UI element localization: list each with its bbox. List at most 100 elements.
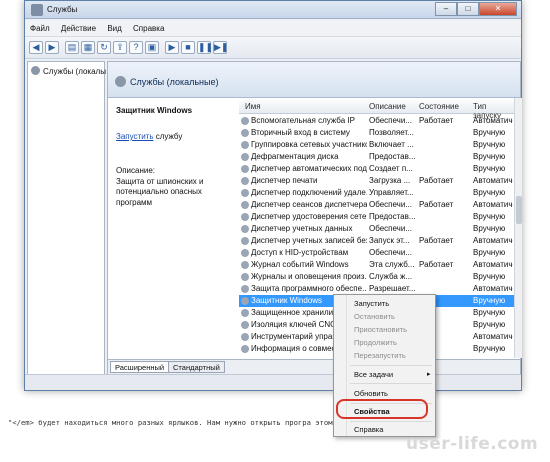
cell-name: Дефрагментация диска — [251, 152, 339, 161]
menu-view[interactable]: Вид — [102, 20, 125, 33]
forward-arrow-icon[interactable]: ▶ — [45, 41, 59, 54]
cell-name: Защита программного обеспе... — [251, 284, 367, 293]
cell-startup-type: Вручную — [473, 212, 506, 221]
cell-status: Работает — [419, 116, 454, 125]
watermark: user-life.com — [406, 434, 539, 454]
minimize-button[interactable]: – — [435, 2, 457, 16]
services-app-icon — [31, 4, 43, 16]
tree-node-services[interactable]: Службы (локалы — [31, 66, 106, 76]
menu-item-refresh[interactable]: Обновить — [354, 389, 388, 398]
export-list-icon[interactable]: ⇪ — [113, 41, 127, 54]
table-row[interactable]: Дефрагментация диска Предостав... Вручную — [239, 151, 514, 163]
close-button[interactable]: ✕ — [479, 2, 517, 16]
cell-name: Журналы и оповещения произ... — [251, 272, 367, 281]
cell-startup-type: Автоматиче... — [473, 260, 513, 269]
scrollbar-thumb[interactable] — [516, 196, 522, 224]
menu-item-help[interactable]: Справка — [354, 425, 383, 434]
column-status[interactable]: Состояние — [419, 102, 459, 111]
menu-item-stop[interactable]: Остановить — [354, 312, 395, 321]
cell-startup-type: Вручную — [473, 308, 506, 317]
menu-separator — [350, 421, 432, 422]
table-row[interactable]: Журналы и оповещения произ... Служба ж...… — [239, 271, 514, 283]
table-row[interactable]: Журнал событий Windows Эта служб... Работа… — [239, 259, 514, 271]
menu-bar: Файл Действие Вид Справка — [25, 20, 521, 37]
cell-startup-type: Автоматиче... — [473, 200, 513, 209]
cell-description: Позволяет... — [369, 128, 414, 137]
menu-item-all-tasks[interactable]: Все задачи — [354, 370, 393, 379]
menu-action[interactable]: Действие — [56, 20, 100, 33]
maximize-button[interactable]: □ — [457, 2, 479, 16]
gear-icon — [241, 225, 249, 233]
pane-title: Службы (локальные) — [130, 77, 219, 87]
table-row[interactable]: Диспетчер удостоверения сете... Предостав… — [239, 211, 514, 223]
cell-name: Диспетчер учетных записей без... — [251, 236, 367, 245]
cell-description: Обеспечи... — [369, 248, 412, 257]
table-row[interactable]: Диспетчер автоматических под... Создает п… — [239, 163, 514, 175]
cell-name: Диспетчер учетных данных — [251, 224, 353, 233]
column-description[interactable]: Описание — [369, 102, 406, 111]
console-tree-icon[interactable]: ▤ — [65, 41, 79, 54]
refresh-icon[interactable]: ↻ — [97, 41, 111, 54]
cell-startup-type: Вручную — [473, 320, 506, 329]
cell-description: Разрешает... — [369, 284, 416, 293]
cell-status: Работает — [419, 260, 454, 269]
show-hide-icon[interactable]: ▣ — [145, 41, 159, 54]
table-row[interactable]: Диспетчер учетных данных Обеспечи... Вручн… — [239, 223, 514, 235]
gear-icon — [115, 76, 126, 87]
cell-description: Управляет... — [369, 188, 414, 197]
tab-extended[interactable]: Расширенный — [110, 361, 170, 373]
pane-header: Службы (локальные) — [108, 62, 520, 98]
toolbar: ◀ ▶ ▤ ▦ ↻ ⇪ ? ▣ ▶ ■ ❚❚ ▶❚ — [25, 37, 521, 59]
status-bar — [25, 374, 521, 390]
table-row[interactable]: Диспетчер сеансов диспетчера... Обеспечи.… — [239, 199, 514, 211]
menu-item-pause[interactable]: Приостановить — [354, 325, 407, 334]
view-tabs: Расширенный Стандартный — [108, 359, 520, 375]
description-text: Защита от шпионских и потенциально опасн… — [116, 176, 204, 207]
cell-startup-type: Вручную — [473, 248, 506, 257]
table-row[interactable]: Диспетчер учетных записей без... Запуск э… — [239, 235, 514, 247]
gear-icon — [241, 333, 249, 341]
back-arrow-icon[interactable]: ◀ — [29, 41, 43, 54]
table-row[interactable]: Диспетчер подключений удале... Управляет.… — [239, 187, 514, 199]
gear-icon — [241, 297, 249, 305]
menu-help[interactable]: Справка — [128, 20, 168, 33]
cell-status: Работает — [419, 200, 454, 209]
cell-status: Работает — [419, 236, 454, 245]
menu-file[interactable]: Файл — [25, 20, 54, 33]
menu-item-start[interactable]: Запустить — [354, 299, 389, 308]
cell-description: Обеспечи... — [369, 224, 412, 233]
cell-startup-type: Автоматиче... — [473, 332, 513, 341]
gear-icon — [241, 261, 249, 269]
cell-description: Предостав... — [369, 212, 416, 221]
menu-item-resume[interactable]: Продолжить — [354, 338, 397, 347]
stop-icon[interactable]: ■ — [181, 41, 195, 54]
tab-standard[interactable]: Стандартный — [168, 361, 225, 373]
cell-description: Включает ... — [369, 140, 414, 149]
table-row[interactable]: Вторичный вход в систему Позволяет... Вруч… — [239, 127, 514, 139]
properties-icon[interactable]: ▦ — [81, 41, 95, 54]
restart-icon[interactable]: ▶❚ — [213, 41, 228, 54]
column-name[interactable]: Имя — [245, 102, 261, 111]
cell-name: Диспетчер удостоверения сете... — [251, 212, 367, 221]
cell-startup-type: Автоматиче... — [473, 236, 513, 245]
pause-icon[interactable]: ❚❚ — [197, 41, 213, 54]
gear-icon — [31, 66, 40, 75]
menu-item-restart[interactable]: Перезапустить — [354, 351, 406, 360]
table-row[interactable]: Диспетчер печати Загрузка ... Работает Авто… — [239, 175, 514, 187]
play-icon[interactable]: ▶ — [165, 41, 179, 54]
table-row[interactable]: Группировка сетевых участников Включает .… — [239, 139, 514, 151]
cell-startup-type: Вручную — [473, 296, 506, 305]
cell-name: Журнал событий Windows — [251, 260, 349, 269]
properties-highlight-ring — [336, 399, 428, 419]
title-bar[interactable]: Службы – □ ✕ — [25, 1, 521, 19]
help-icon[interactable]: ? — [129, 41, 143, 54]
cell-description: Обеспечи... — [369, 116, 412, 125]
vertical-scrollbar[interactable] — [514, 98, 522, 358]
cell-startup-type: Вручную — [473, 152, 506, 161]
start-service-link[interactable]: Запустить — [116, 132, 154, 141]
selected-service-name: Защитник Windows — [116, 106, 193, 115]
table-row[interactable]: Вспомогательная служба IP Обеспечи... Рабо… — [239, 115, 514, 127]
cell-startup-type: Вручную — [473, 224, 506, 233]
column-header: Имя Описание Состояние Тип запуску — [239, 98, 514, 120]
table-row[interactable]: Доступ к HID-устройствам Обеспечи... Вручн… — [239, 247, 514, 259]
